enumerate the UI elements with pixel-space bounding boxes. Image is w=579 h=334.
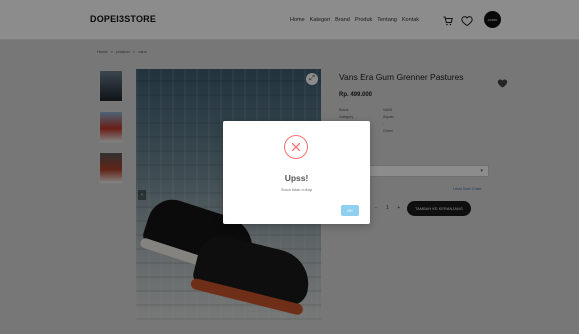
modal-message: Stock tidak cukup: [280, 187, 313, 192]
close-icon: [284, 135, 308, 159]
ok-button[interactable]: OK: [341, 205, 359, 216]
modal-title: Upss!: [284, 173, 309, 183]
error-modal: Upss! Stock tidak cukup OK: [223, 121, 370, 224]
